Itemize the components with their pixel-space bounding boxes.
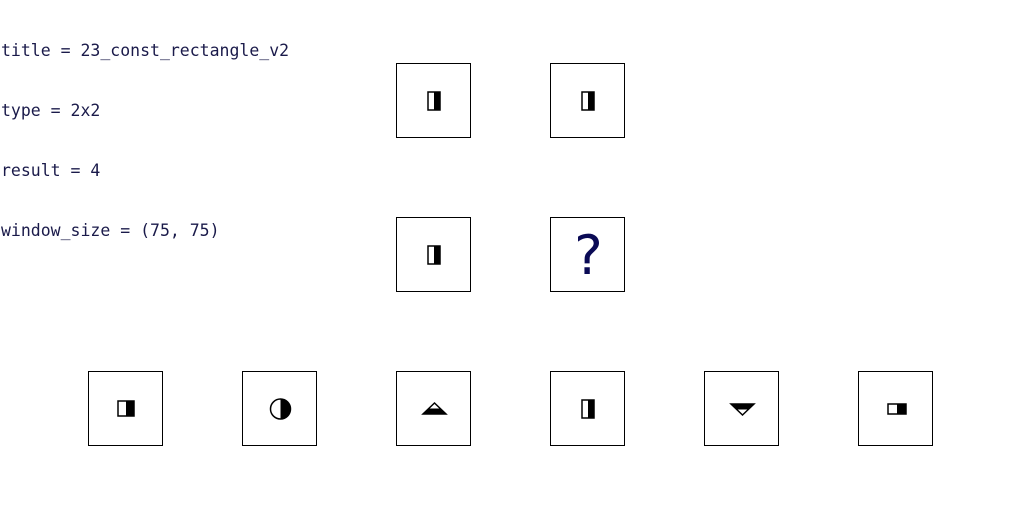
half-filled-triangle-up-icon xyxy=(421,401,448,415)
answer-option-5[interactable] xyxy=(704,371,779,446)
half-filled-vertical-rect-icon xyxy=(427,245,441,265)
answer-option-4[interactable] xyxy=(550,371,625,446)
answer-option-1[interactable] xyxy=(88,371,163,446)
answer-option-3[interactable] xyxy=(396,371,471,446)
matrix-cell-1 xyxy=(396,63,471,138)
title-line: title = 23_const_rectangle_v2 xyxy=(1,41,290,60)
answer-option-2[interactable] xyxy=(242,371,317,446)
puzzle-metadata: title = 23_const_rectangle_v2 type = 2x2… xyxy=(1,1,289,261)
answer-option-6[interactable] xyxy=(858,371,933,446)
result-line: result = 4 xyxy=(1,161,101,180)
half-filled-square-icon xyxy=(117,400,135,417)
half-filled-vertical-rect-icon xyxy=(427,91,441,111)
type-line: type = 2x2 xyxy=(1,101,101,120)
half-filled-vertical-rect-icon xyxy=(581,91,595,111)
matrix-cell-3 xyxy=(396,217,471,292)
half-filled-triangle-down-icon xyxy=(729,403,756,417)
half-filled-horizontal-rect-icon xyxy=(887,403,907,415)
half-filled-vertical-rect-icon xyxy=(581,399,595,419)
question-mark: ? xyxy=(574,223,603,287)
window-size-line: window_size = (75, 75) xyxy=(1,221,220,240)
matrix-cell-2 xyxy=(550,63,625,138)
half-filled-circle-icon xyxy=(269,398,292,420)
matrix-cell-question: ? xyxy=(550,217,625,292)
